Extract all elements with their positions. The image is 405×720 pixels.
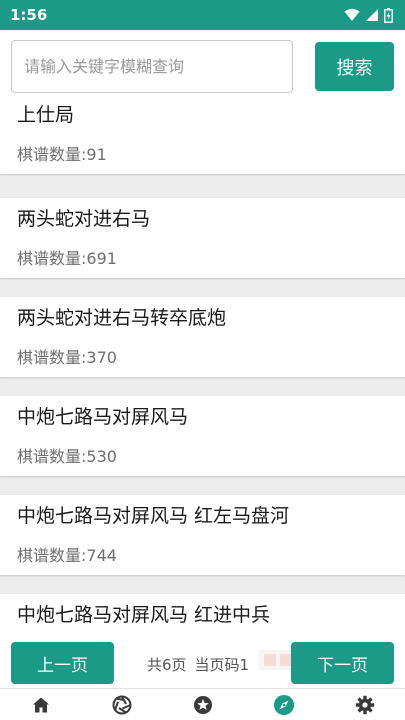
compass-icon [273, 694, 294, 715]
item-title: 中炮七路马对屏风马 红进中兵 [17, 604, 271, 626]
item-title: 两头蛇对进右马转卒底炮 [17, 307, 227, 329]
status-icons [344, 7, 393, 23]
list-item[interactable]: 中炮七路马对屏风马 红进中兵 [0, 594, 405, 640]
item-count: 棋谱数量:744 [17, 546, 117, 565]
nav-home[interactable] [21, 689, 61, 720]
star-icon [193, 695, 212, 714]
item-title: 两头蛇对进右马 [17, 208, 151, 230]
nav-settings[interactable] [345, 689, 385, 720]
bottom-nav [0, 688, 405, 720]
list-item[interactable]: 中炮七路马对屏风马 棋谱数量:530 [0, 396, 405, 476]
list-item[interactable]: 上仕局 棋谱数量:91 [0, 102, 405, 174]
nav-explore[interactable] [264, 689, 304, 720]
screen: 1:56 搜索 上仕局 棋谱数量:91 两头蛇对进右马 棋谱数量:69 [0, 0, 405, 720]
nav-favorites[interactable] [183, 689, 223, 720]
item-title: 中炮七路马对屏风马 [17, 406, 189, 428]
list-item[interactable]: 两头蛇对进右马转卒底炮 棋谱数量:370 [0, 297, 405, 377]
list-item[interactable]: 两头蛇对进右马 棋谱数量:691 [0, 198, 405, 278]
search-bar: 搜索 [0, 30, 405, 102]
status-bar: 1:56 [0, 0, 405, 30]
item-count: 棋谱数量:370 [17, 348, 117, 367]
status-time: 1:56 [10, 6, 48, 24]
battery-icon [384, 7, 393, 23]
item-count: 棋谱数量:530 [17, 447, 117, 466]
nav-aperture[interactable] [102, 689, 142, 720]
item-count: 棋谱数量:691 [17, 249, 117, 268]
prev-page-button[interactable]: 上一页 [11, 642, 114, 684]
aperture-icon [112, 695, 131, 714]
pagination-bar: 上一页 共6页 当页码1 下一页 [0, 640, 405, 688]
gear-icon [355, 695, 374, 714]
search-input[interactable] [11, 40, 293, 93]
current-page: 当页码1 [194, 656, 250, 674]
next-page-button[interactable]: 下一页 [291, 642, 394, 684]
item-title: 中炮七路马对屏风马 红左马盘河 [17, 505, 290, 527]
item-title: 上仕局 [17, 104, 75, 126]
list-item[interactable]: 中炮七路马对屏风马 红左马盘河 棋谱数量:744 [0, 495, 405, 575]
item-count: 棋谱数量:91 [17, 145, 107, 164]
opening-list: 上仕局 棋谱数量:91 两头蛇对进右马 棋谱数量:691 两头蛇对进右马转卒底炮… [0, 102, 405, 640]
wifi-icon [344, 8, 360, 21]
search-button[interactable]: 搜索 [315, 42, 394, 91]
home-icon [32, 697, 49, 712]
signal-icon [366, 9, 378, 21]
total-pages: 共6页 [147, 656, 187, 674]
page-info: 共6页 当页码1 [147, 654, 257, 675]
